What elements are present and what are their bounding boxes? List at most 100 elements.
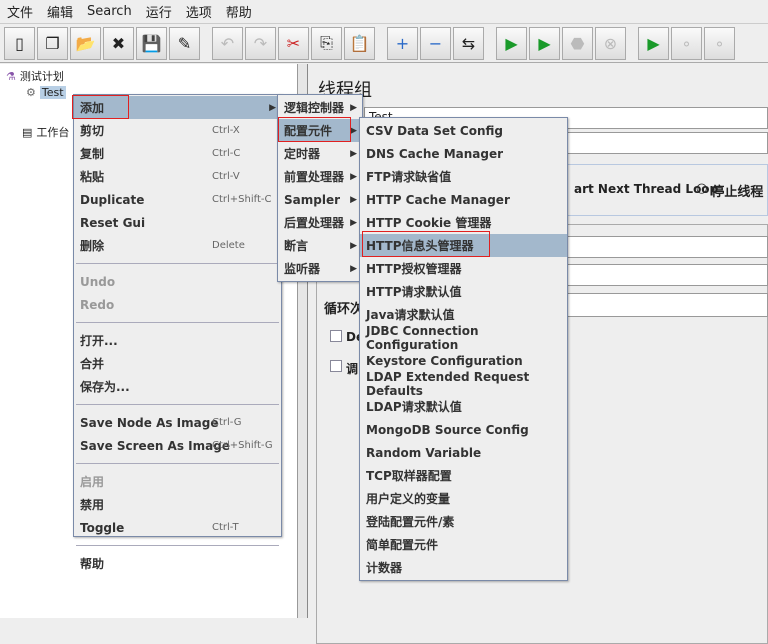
- redo-button[interactable]: ↷: [245, 26, 276, 60]
- menu-item[interactable]: MongoDB Source Config: [360, 418, 567, 441]
- tree-node-test-plan[interactable]: ⚗ 测试计划: [6, 68, 64, 84]
- menu-item[interactable]: TCP取样器配置: [360, 464, 567, 487]
- collapse-button[interactable]: −: [420, 26, 451, 60]
- save-icon: 💾: [141, 33, 162, 53]
- radio-stop-thread[interactable]: ○ 停止线程: [696, 181, 763, 200]
- open-button[interactable]: 📂: [70, 26, 101, 60]
- menu-item[interactable]: 断言 ▶: [278, 234, 362, 257]
- menu-item[interactable]: 打开...: [74, 329, 281, 352]
- menu-item[interactable]: 定时器 ▶: [278, 142, 362, 165]
- annotation-box: [362, 231, 490, 257]
- menu-item[interactable]: 用户定义的变量: [360, 487, 567, 510]
- checkbox-scheduler[interactable]: 调: [330, 360, 358, 377]
- menu-3[interactable]: 运行: [139, 2, 179, 21]
- menu-item-label: HTTP Cache Manager: [366, 192, 510, 207]
- menu-item[interactable]: 粘贴 Ctrl-V: [74, 165, 281, 188]
- menu-5[interactable]: 帮助: [219, 2, 259, 21]
- menu-item-label: MongoDB Source Config: [366, 422, 529, 437]
- redo-icon: ↷: [253, 33, 268, 53]
- shutdown-button[interactable]: ⊗: [595, 26, 626, 60]
- close-button[interactable]: ✖: [103, 26, 134, 60]
- tree-node-workbench[interactable]: ▤ 工作台: [22, 124, 69, 140]
- expand-button[interactable]: +: [387, 26, 418, 60]
- shortcut: Ctrl+Shift-G: [212, 440, 273, 451]
- menu-item[interactable]: 复制 Ctrl-C: [74, 142, 281, 165]
- menu-item[interactable]: 登陆配置元件/素: [360, 510, 567, 533]
- shortcut: Ctrl-G: [212, 417, 242, 428]
- submenu-arrow-icon: ▶: [350, 240, 357, 251]
- submenu-arrow-icon: ▶: [350, 194, 357, 205]
- menu-item[interactable]: LDAP Extended Request Defaults: [360, 370, 567, 398]
- menu-item-label: DNS Cache Manager: [366, 146, 504, 161]
- shortcut: Ctrl-X: [212, 125, 240, 136]
- menu-item-label: HTTP请求默认值: [366, 285, 462, 299]
- undo-button[interactable]: ↶: [212, 26, 243, 60]
- cut-button[interactable]: ✂: [278, 26, 309, 60]
- menu-item-label: 粘贴: [80, 170, 105, 184]
- menu-item[interactable]: Save Screen As Image Ctrl+Shift-G: [74, 434, 281, 457]
- menu-item-label: 剪切: [80, 124, 105, 138]
- menu-item[interactable]: Toggle Ctrl-T: [74, 516, 281, 539]
- menu-item[interactable]: HTTP请求默认值: [360, 280, 567, 303]
- remote-stop-button[interactable]: ∘: [671, 26, 702, 60]
- shutdown-icon: ⊗: [603, 33, 618, 53]
- save-as-button[interactable]: ✎: [169, 26, 200, 60]
- new-button[interactable]: ▯: [4, 26, 35, 60]
- checkbox-icon: [330, 360, 342, 372]
- menu-item[interactable]: FTP请求缺省值: [360, 165, 567, 188]
- menu-item[interactable]: 删除 Delete: [74, 234, 281, 257]
- menu-item[interactable]: JDBC Connection Configuration: [360, 324, 567, 352]
- menu-item[interactable]: HTTP Cache Manager: [360, 188, 567, 211]
- menu-item[interactable]: 后置处理器 ▶: [278, 211, 362, 234]
- menu-item[interactable]: 禁用: [74, 493, 281, 516]
- menu-item[interactable]: 启用: [74, 470, 281, 493]
- menu-item[interactable]: Sampler ▶: [278, 188, 362, 211]
- menu-item[interactable]: 前置处理器 ▶: [278, 165, 362, 188]
- menu-item-label: 定时器: [284, 147, 321, 161]
- menu-item[interactable]: 逻辑控制器 ▶: [278, 96, 362, 119]
- menu-item[interactable]: Reset Gui: [74, 211, 281, 234]
- checkbox-icon: [330, 330, 342, 342]
- menu-item[interactable]: LDAP请求默认值: [360, 395, 567, 418]
- menu-item-label: Save Node As Image: [80, 415, 219, 430]
- menu-2[interactable]: Search: [80, 4, 139, 19]
- tree-node-thread-group[interactable]: ⚙ Test: [26, 86, 66, 99]
- menu-item[interactable]: HTTP授权管理器: [360, 257, 567, 280]
- menu-item-label: 保存为...: [80, 380, 130, 394]
- menu-item[interactable]: Random Variable: [360, 441, 567, 464]
- save-button[interactable]: 💾: [136, 26, 167, 60]
- paste-button[interactable]: 📋: [344, 26, 375, 60]
- toggle-button[interactable]: ⇆: [453, 26, 484, 60]
- toggle-icon: ⇆: [461, 33, 476, 53]
- menu-item[interactable]: 合并: [74, 352, 281, 375]
- menu-item[interactable]: 保存为...: [74, 375, 281, 398]
- menu-item[interactable]: 简单配置元件: [360, 533, 567, 556]
- menu-item-label: Save Screen As Image: [80, 438, 230, 453]
- copy-button[interactable]: ⎘: [311, 26, 342, 60]
- annotation-box: [72, 95, 129, 119]
- menu-0[interactable]: 文件: [0, 2, 40, 21]
- menu-1[interactable]: 编辑: [40, 2, 80, 21]
- menu-item[interactable]: 计数器: [360, 556, 567, 579]
- menu-item[interactable]: 剪切 Ctrl-X: [74, 119, 281, 142]
- menu-item[interactable]: Redo: [74, 293, 281, 316]
- new-icon: ▯: [15, 33, 24, 53]
- start-button[interactable]: ▶: [496, 26, 527, 60]
- menu-4[interactable]: 选项: [179, 2, 219, 21]
- start-no-timers-button[interactable]: ▶: [529, 26, 560, 60]
- remote-start-button[interactable]: ▶: [638, 26, 669, 60]
- remote-shutdown-button[interactable]: ∘: [704, 26, 735, 60]
- menu-item-label: 打开...: [80, 334, 118, 348]
- menu-item[interactable]: 帮助: [74, 552, 281, 575]
- menu-item[interactable]: CSV Data Set Config: [360, 119, 567, 142]
- menu-item[interactable]: DNS Cache Manager: [360, 142, 567, 165]
- templates-button[interactable]: ❐: [37, 26, 68, 60]
- menu-item-label: CSV Data Set Config: [366, 123, 503, 138]
- menu-item[interactable]: Save Node As Image Ctrl-G: [74, 411, 281, 434]
- menu-item[interactable]: 监听器 ▶: [278, 257, 362, 280]
- stop-button[interactable]: ⬣: [562, 26, 593, 60]
- menu-item-label: 后置处理器: [284, 216, 345, 230]
- menu-item-label: TCP取样器配置: [366, 469, 452, 483]
- menu-item[interactable]: Undo: [74, 270, 281, 293]
- menu-item[interactable]: Duplicate Ctrl+Shift-C: [74, 188, 281, 211]
